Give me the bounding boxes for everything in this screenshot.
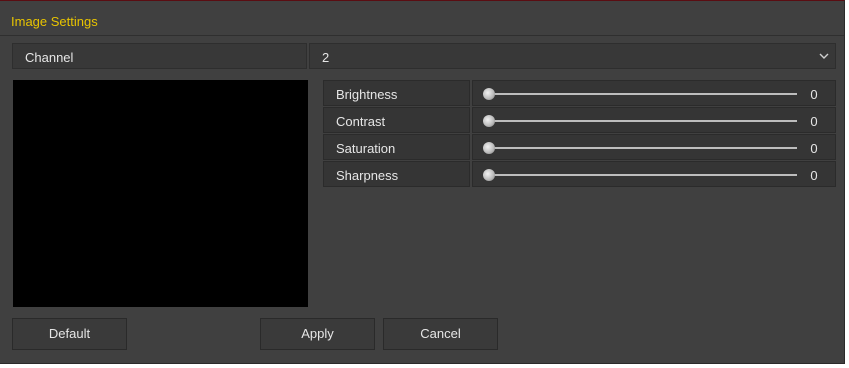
chevron-down-icon [819, 53, 829, 59]
contrast-row: Contrast 0 [323, 107, 836, 133]
saturation-slider-track[interactable] [487, 147, 797, 149]
image-settings-dialog: Image Settings Channel 2 Brightness 0 Co… [0, 0, 845, 364]
brightness-label: Brightness [336, 87, 398, 102]
saturation-row: Saturation 0 [323, 134, 836, 160]
header-divider [0, 35, 844, 36]
brightness-slider-cell: 0 [472, 80, 836, 106]
contrast-value: 0 [810, 114, 818, 129]
sharpness-value: 0 [810, 168, 818, 183]
sharpness-slider-cell: 0 [472, 161, 836, 187]
channel-select[interactable]: 2 [309, 43, 836, 69]
default-button[interactable]: Default [12, 318, 127, 350]
contrast-slider-track[interactable] [487, 120, 797, 122]
saturation-slider-cell: 0 [472, 134, 836, 160]
video-preview [13, 80, 308, 307]
brightness-value: 0 [810, 87, 818, 102]
contrast-label-cell: Contrast [323, 107, 470, 133]
sharpness-slider-handle[interactable] [483, 169, 495, 181]
brightness-slider-track[interactable] [487, 93, 797, 95]
saturation-label: Saturation [336, 141, 396, 156]
brightness-row: Brightness 0 [323, 80, 836, 106]
saturation-value: 0 [810, 141, 818, 156]
channel-label: Channel [25, 50, 74, 65]
sharpness-label: Sharpness [336, 168, 399, 183]
sharpness-label-cell: Sharpness [323, 161, 470, 187]
apply-button[interactable]: Apply [260, 318, 375, 350]
contrast-slider-handle[interactable] [483, 115, 495, 127]
contrast-label: Contrast [336, 114, 386, 129]
channel-value: 2 [322, 50, 330, 65]
brightness-slider-handle[interactable] [483, 88, 495, 100]
saturation-label-cell: Saturation [323, 134, 470, 160]
dialog-title: Image Settings [11, 14, 98, 29]
brightness-label-cell: Brightness [323, 80, 470, 106]
contrast-slider-cell: 0 [472, 107, 836, 133]
sharpness-slider-track[interactable] [487, 174, 797, 176]
channel-label-cell: Channel [12, 43, 307, 69]
saturation-slider-handle[interactable] [483, 142, 495, 154]
sharpness-row: Sharpness 0 [323, 161, 836, 187]
cancel-button[interactable]: Cancel [383, 318, 498, 350]
